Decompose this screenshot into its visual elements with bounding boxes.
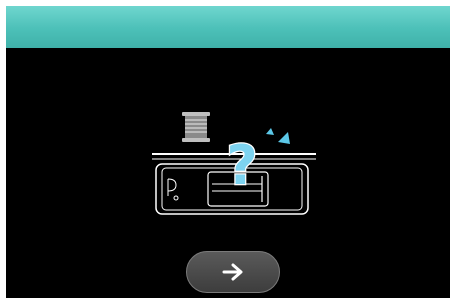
header-bar <box>6 6 450 48</box>
device-screen: ? <box>6 6 450 298</box>
arrow-right-icon <box>222 263 243 281</box>
bobbin-help-illustration: ? <box>152 112 316 215</box>
thread-spool-icon <box>182 112 210 142</box>
next-button[interactable] <box>186 251 280 293</box>
question-mark-icon: ? <box>225 133 259 199</box>
svg-text:?: ? <box>226 134 257 197</box>
sparkle-icon <box>266 128 290 144</box>
